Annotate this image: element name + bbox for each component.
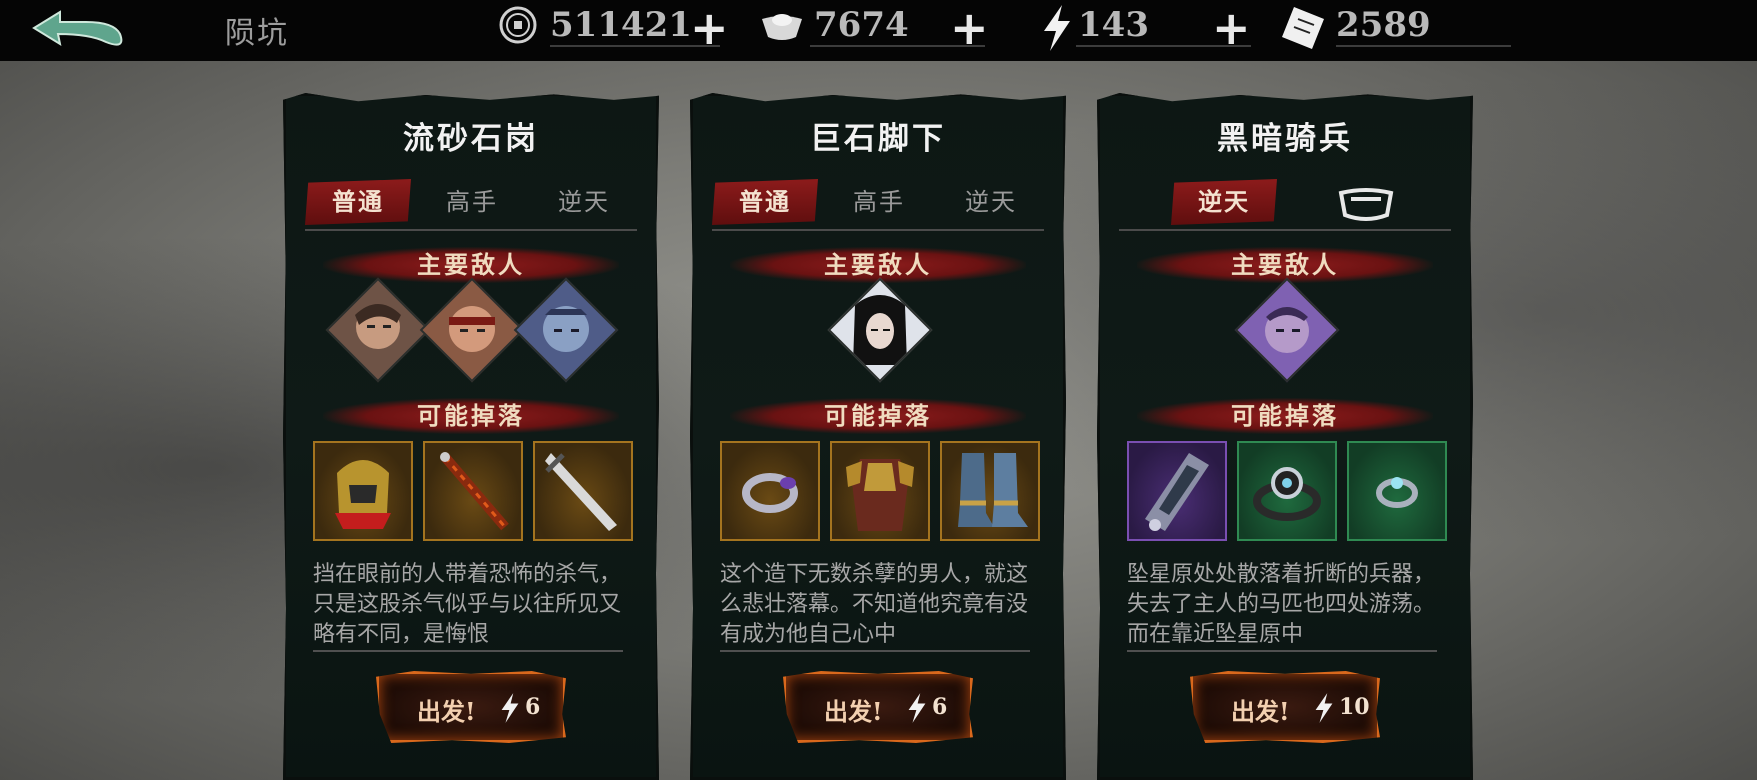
main-enemies-banner: 主要敌人: [1137, 247, 1433, 283]
helmet-mode-icon[interactable]: [1337, 185, 1395, 223]
coins-value: 511421: [550, 5, 692, 45]
drop-list: [313, 441, 633, 543]
stage-title: 流砂石岗: [403, 121, 539, 157]
amulet-item-icon[interactable]: [1237, 441, 1337, 541]
stage-description: 坠星原处处散落着折断的兵器，失去了主人的马匹也四处游荡。而在靠近坠星原中: [1127, 560, 1437, 652]
helmet-item-icon[interactable]: [313, 441, 413, 541]
whip-item-icon[interactable]: [423, 441, 523, 541]
resource-coins: 511421 +: [498, 1, 729, 55]
stage-title: 黑暗骑兵: [1217, 121, 1353, 157]
possible-drops-banner: 可能掉落: [323, 398, 619, 434]
energy-cost: 6: [932, 694, 948, 720]
drop-list: [1127, 441, 1447, 543]
resource-energy: 143 +: [1040, 1, 1270, 55]
add-coins-button[interactable]: +: [690, 1, 729, 55]
ring-item-icon[interactable]: [720, 441, 820, 541]
drop-list: [720, 441, 1040, 543]
start-button[interactable]: 出发! 6: [376, 671, 566, 743]
stage-panel-3: 黑暗骑兵 逆天 主要敌人 可能掉落 坠星原处处散落着折断的兵器，失去了主人的马匹…: [1097, 93, 1473, 780]
stage-description: 挡在眼前的人带着恐怖的杀气，只是这股杀气似乎与以往所见又略有不同，是悔恨: [313, 560, 623, 652]
difficulty-tabs: 逆天: [1119, 179, 1451, 231]
enemy-portrait-3[interactable]: [513, 277, 619, 383]
silver-value: 7674: [814, 5, 909, 45]
tab-normal[interactable]: 普通: [305, 179, 411, 225]
stage-panel-2: 巨石脚下 普通 高手 逆天 主要敌人 可能掉落 这个造下无数杀孽的男人，就这么悲…: [690, 93, 1066, 780]
boss-portrait[interactable]: [827, 277, 933, 383]
main-enemies-banner: 主要敌人: [730, 247, 1026, 283]
tab-legendary[interactable]: 逆天: [938, 179, 1044, 225]
ticket-icon: [1282, 7, 1324, 49]
start-label: 出发!: [417, 697, 476, 726]
enemy-portrait-2[interactable]: [419, 277, 525, 383]
enemy-list: [283, 277, 659, 383]
tickets-underline: [1336, 45, 1511, 47]
tab-legendary[interactable]: 逆天: [1171, 179, 1277, 225]
tab-expert[interactable]: 高手: [826, 179, 932, 225]
tab-normal[interactable]: 普通: [712, 179, 818, 225]
energy-cost: 6: [525, 694, 541, 720]
enemy-list: [1097, 277, 1473, 383]
coin-icon: [499, 6, 537, 44]
add-silver-button[interactable]: +: [950, 1, 989, 55]
resource-tickets: 2589: [1280, 3, 1520, 53]
start-button[interactable]: 出发! 6: [783, 671, 973, 743]
back-arrow-icon[interactable]: [30, 4, 130, 54]
enemy-list: [690, 277, 1066, 383]
bracer-item-icon[interactable]: [1127, 441, 1227, 541]
tab-legendary[interactable]: 逆天: [531, 179, 637, 225]
ring-item-icon[interactable]: [1347, 441, 1447, 541]
tab-expert[interactable]: 高手: [419, 179, 525, 225]
energy-value: 143: [1078, 5, 1149, 45]
armor-item-icon[interactable]: [830, 441, 930, 541]
start-label: 出发!: [1231, 697, 1290, 726]
top-bar: 陨坑 511421 + 7674 + 143 + 2589: [0, 0, 1757, 61]
boots-item-icon[interactable]: [940, 441, 1040, 541]
silver-ingot-icon: [762, 14, 802, 40]
add-energy-button[interactable]: +: [1212, 1, 1251, 55]
start-label: 出发!: [824, 697, 883, 726]
tickets-value: 2589: [1336, 5, 1431, 45]
possible-drops-banner: 可能掉落: [1137, 398, 1433, 434]
lightning-icon: [908, 693, 926, 723]
start-button[interactable]: 出发! 10: [1190, 671, 1380, 743]
greatsword-item-icon[interactable]: [533, 441, 633, 541]
lightning-icon: [1315, 693, 1333, 723]
dark-knight-portrait[interactable]: [1234, 277, 1340, 383]
stage-panel-1: 流砂石岗 普通 高手 逆天 主要敌人 可能掉落 挡在眼前的人带着恐怖的杀气，只是…: [283, 93, 659, 780]
possible-drops-banner: 可能掉落: [730, 398, 1026, 434]
resource-silver: 7674 +: [758, 1, 989, 55]
difficulty-tabs: 普通 高手 逆天: [712, 179, 1044, 231]
energy-cost: 10: [1339, 694, 1370, 720]
location-title: 陨坑: [225, 16, 289, 51]
lightning-icon: [1044, 5, 1070, 51]
stage-description: 这个造下无数杀孽的男人，就这么悲壮落幕。不知道他究竟有没有成为他自己心中: [720, 560, 1030, 652]
enemy-portrait-1[interactable]: [325, 277, 431, 383]
stage-title: 巨石脚下: [810, 121, 946, 157]
lightning-icon: [501, 693, 519, 723]
difficulty-tabs: 普通 高手 逆天: [305, 179, 637, 231]
